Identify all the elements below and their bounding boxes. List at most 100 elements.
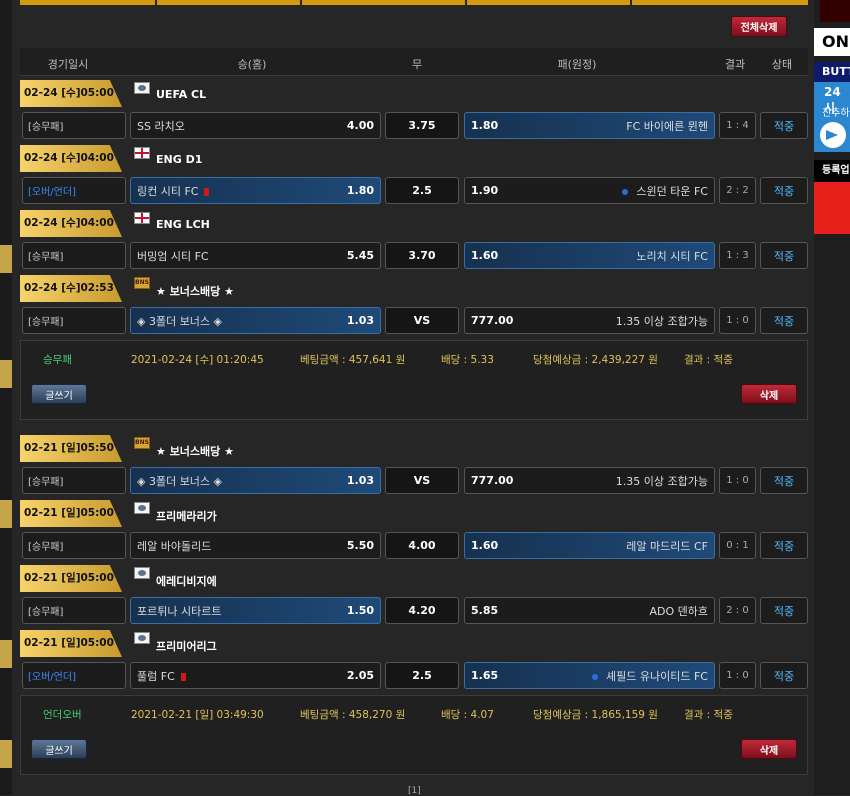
- league-name: ENG LCH: [156, 218, 210, 231]
- home-odds-cell[interactable]: 레알 바야돌리드 5.50: [130, 532, 381, 559]
- bet-summary: 언더오버 2021-02-21 [일] 03:49:30 베팅금액 : 458,27…: [20, 695, 808, 775]
- bet-type: [승무패]: [22, 597, 126, 624]
- telegram-icon: [820, 122, 846, 148]
- col-home: 승(홈): [237, 58, 267, 71]
- away-odds-cell[interactable]: 1.90 스윈던 타운 FC: [464, 177, 715, 204]
- match-score: 0 : 1: [719, 532, 756, 559]
- home-team-name: SS 라치오: [137, 119, 185, 133]
- write-post-button[interactable]: 글쓰기: [31, 739, 87, 759]
- league-flag-icon: BNS: [134, 437, 150, 449]
- draw-odds-cell[interactable]: 3.75: [385, 112, 459, 139]
- bet-type: [승무패]: [22, 112, 126, 139]
- delete-bet-button[interactable]: 삭제: [741, 739, 797, 759]
- draw-odds-cell[interactable]: 2.5: [385, 177, 459, 204]
- away-team-name: 셰필드 유나이티드 FC: [606, 669, 708, 683]
- match-score: 1 : 4: [719, 112, 756, 139]
- away-odd: 1.60: [471, 539, 499, 552]
- home-team: 버밍엄 시티 FC: [137, 248, 209, 264]
- site-logo[interactable]: [820, 0, 850, 22]
- away-team: ADO 덴하흐: [649, 603, 708, 619]
- home-odds-cell[interactable]: SS 라치오 4.00: [130, 112, 381, 139]
- match-date: 02-21 [일]05:00: [20, 630, 122, 657]
- home-odds-cell[interactable]: 링컨 시티 FC 1.80: [130, 177, 381, 204]
- left-edge-strip: [0, 0, 12, 795]
- away-odds-cell[interactable]: 1.60 레알 마드리드 CF: [464, 532, 715, 559]
- home-odd: 5.50: [346, 539, 374, 552]
- home-team-name: 포르튀나 시타르트: [137, 604, 222, 618]
- away-odd: 1.90: [471, 184, 499, 197]
- away-odds-cell[interactable]: 777.00 1.35 이상 조합가능: [464, 307, 715, 334]
- away-odd: 777.00: [471, 314, 514, 327]
- telegram-banner[interactable]: 24시 친추하: [814, 82, 850, 152]
- summary-datetime: 2021-02-21 [일] 03:49:30: [131, 709, 264, 721]
- col-date: 경기일시: [47, 58, 89, 71]
- summary-result: 결과 : 적중: [684, 354, 733, 366]
- col-status: 상태: [771, 58, 793, 71]
- draw-odds-cell[interactable]: 4.20: [385, 597, 459, 624]
- league-flag-icon: [134, 82, 150, 94]
- bet-type: [오버/언더]: [22, 662, 126, 689]
- away-team: 1.35 이상 조합가능: [616, 313, 708, 329]
- home-team-name: ◈ 3폴더 보너스 ◈: [137, 314, 223, 328]
- up-arrow-icon: [204, 187, 210, 196]
- table-header: 경기일시 승(홈) 무 패(원정) 결과 상태: [20, 48, 808, 76]
- away-odds-cell[interactable]: 1.65 셰필드 유나이티드 FC: [464, 662, 715, 689]
- home-odds-cell[interactable]: 버밍엄 시티 FC 5.45: [130, 242, 381, 269]
- away-odds-cell[interactable]: 1.60 노리치 시티 FC: [464, 242, 715, 269]
- match-score: 2 : 0: [719, 597, 756, 624]
- draw-odds-cell[interactable]: 4.00: [385, 532, 459, 559]
- away-odd: 1.60: [471, 249, 499, 262]
- bet-type: [오버/언더]: [22, 177, 126, 204]
- draw-odds-cell[interactable]: VS: [385, 307, 459, 334]
- summary-odds: 배당 : 5.33: [441, 354, 494, 366]
- home-odds-cell[interactable]: ◈ 3폴더 보너스 ◈ 1.03: [130, 307, 381, 334]
- league-name: ★ 보너스배당 ★: [156, 445, 234, 458]
- match-status: 적중: [760, 467, 808, 494]
- away-odds-cell[interactable]: 1.80 FC 바이에른 뮌헨: [464, 112, 715, 139]
- draw-odds-cell[interactable]: VS: [385, 467, 459, 494]
- away-team-name: ADO 덴하흐: [649, 604, 708, 618]
- league-name: 에레디비지에: [156, 575, 217, 588]
- away-team: 노리치 시티 FC: [636, 248, 708, 264]
- summary-bet-amount: 베팅금액 : 458,270 원: [300, 709, 406, 721]
- match-date: 02-21 [일]05:00: [20, 500, 122, 527]
- league-flag-icon: [134, 212, 150, 224]
- match-status: 적중: [760, 177, 808, 204]
- home-team: 포르튀나 시타르트: [137, 603, 221, 619]
- bet-type: [승무패]: [22, 467, 126, 494]
- promo-banner[interactable]: [814, 182, 850, 234]
- home-odds-cell[interactable]: ◈ 3폴더 보너스 ◈ 1.03: [130, 467, 381, 494]
- match-date: 02-21 [일]05:00: [20, 565, 122, 592]
- on-banner[interactable]: ON: [814, 28, 850, 56]
- home-odds-cell[interactable]: 포르튀나 시타르트 1.50: [130, 597, 381, 624]
- draw-odds-cell[interactable]: 3.70: [385, 242, 459, 269]
- top-tab-bar: [20, 0, 808, 5]
- home-odd: 5.45: [346, 249, 374, 262]
- write-post-button[interactable]: 글쓰기: [31, 384, 87, 404]
- match-date: 02-21 [일]05:50: [20, 435, 122, 462]
- away-odds-cell[interactable]: 777.00 1.35 이상 조합가능: [464, 467, 715, 494]
- away-team-name: 스윈던 타운 FC: [636, 184, 708, 198]
- league-name: ★ 보너스배당 ★: [156, 285, 234, 298]
- away-team: FC 바이에른 뮌헨: [626, 118, 708, 134]
- delete-bet-button[interactable]: 삭제: [741, 384, 797, 404]
- league-name: UEFA CL: [156, 88, 207, 101]
- col-away: 패(원정): [557, 58, 597, 71]
- summary-datetime: 2021-02-24 [수] 01:20:45: [131, 354, 264, 366]
- away-team: 스윈던 타운 FC: [622, 183, 708, 199]
- down-arrow-icon: [592, 673, 599, 680]
- match-status: 적중: [760, 662, 808, 689]
- match-date: 02-24 [수]02:53: [20, 275, 122, 302]
- match-score: 2 : 2: [719, 177, 756, 204]
- butt-banner[interactable]: BUTT: [814, 62, 850, 82]
- away-odds-cell[interactable]: 5.85 ADO 덴하흐: [464, 597, 715, 624]
- register-banner[interactable]: 등록업: [814, 160, 850, 182]
- home-odds-cell[interactable]: 풀럼 FC 2.05: [130, 662, 381, 689]
- away-team-name: 1.35 이상 조합가능: [615, 314, 708, 328]
- match-score: 1 : 3: [719, 242, 756, 269]
- home-odd: 4.00: [346, 119, 374, 132]
- summary-bet-type: 언더오버: [43, 709, 82, 721]
- delete-all-button[interactable]: 전체삭제: [731, 16, 787, 37]
- draw-odds-cell[interactable]: 2.5: [385, 662, 459, 689]
- summary-bet-amount: 베팅금액 : 457,641 원: [300, 354, 406, 366]
